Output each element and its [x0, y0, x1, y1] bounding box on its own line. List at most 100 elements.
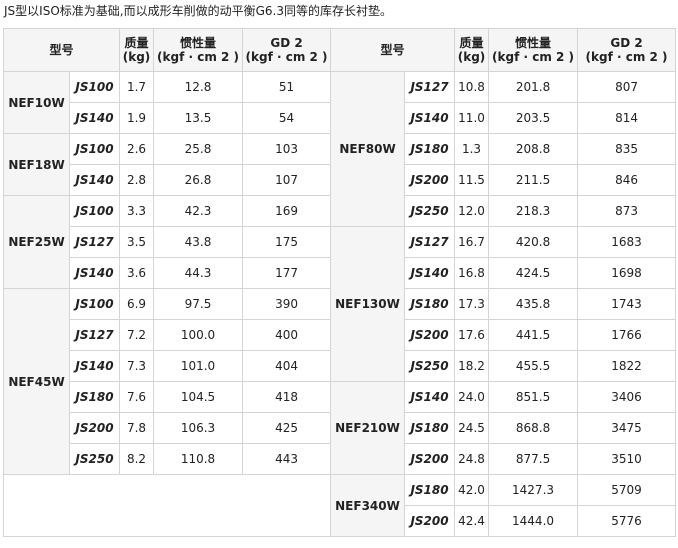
- right-gd2-cell: 873: [577, 195, 677, 227]
- right-gd2-cell: 807: [577, 71, 677, 103]
- left-inertia-cell: 13.5: [153, 102, 244, 134]
- right-gd2-cell: 1698: [577, 257, 677, 289]
- right-mass-cell: 42.0: [454, 474, 490, 506]
- left-gd2-cell: 443: [242, 443, 332, 475]
- left-mass-cell: 3.5: [119, 226, 155, 258]
- header-inertia-right: 惯性量 (kgf · cm 2 ): [488, 28, 579, 72]
- left-inertia-cell: 25.8: [153, 133, 244, 165]
- left-gd2-cell: 425: [242, 412, 332, 444]
- right-model-cell: JS127: [404, 226, 456, 258]
- left-inertia-cell: 106.3: [153, 412, 244, 444]
- left-mass-cell: 7.2: [119, 319, 155, 351]
- right-gd2-cell: 835: [577, 133, 677, 165]
- right-model-cell: JS180: [404, 288, 456, 320]
- left-inertia-cell: 110.8: [153, 443, 244, 475]
- left-gd2-cell: 169: [242, 195, 332, 227]
- right-model-cell: JS180: [404, 474, 456, 506]
- right-mass-cell: 17.3: [454, 288, 490, 320]
- page-caption: JS型以ISO标准为基础,而以成形车削做的动平衡G6.3同等的库存长衬垫。: [4, 4, 392, 18]
- right-gd2-cell: 1743: [577, 288, 677, 320]
- header-mass-left: 质量 (kg): [119, 28, 155, 72]
- right-gd2-cell: 5776: [577, 505, 677, 537]
- right-inertia-cell: 1444.0: [488, 505, 579, 537]
- table-row: NEF340W JS180 42.0 1427.3 5709: [2, 474, 677, 537]
- left-gd2-cell: 400: [242, 319, 332, 351]
- empty-cell: [2, 474, 332, 537]
- left-gd2-cell: 175: [242, 226, 332, 258]
- right-mass-cell: 24.8: [454, 443, 490, 475]
- left-model-cell: JS100: [68, 288, 121, 320]
- left-mass-cell: 1.9: [119, 102, 155, 134]
- right-mass-cell: 42.4: [454, 505, 490, 537]
- left-mass-cell: 2.8: [119, 164, 155, 196]
- right-mass-cell: 17.6: [454, 319, 490, 351]
- right-mass-cell: 16.7: [454, 226, 490, 258]
- left-model-cell: JS127: [68, 319, 121, 351]
- right-model-cell: JS180: [404, 412, 456, 444]
- right-inertia-cell: 455.5: [488, 350, 579, 382]
- left-group-label: NEF25W: [3, 195, 70, 289]
- right-gd2-cell: 3406: [577, 381, 677, 413]
- right-group-label: NEF340W: [330, 474, 406, 537]
- right-model-cell: JS200: [404, 164, 456, 196]
- right-gd2-cell: 1766: [577, 319, 677, 351]
- right-inertia-cell: 435.8: [488, 288, 579, 320]
- right-model-cell: JS200: [404, 443, 456, 475]
- right-gd2-cell: 3475: [577, 412, 677, 444]
- right-model-cell: JS127: [404, 71, 456, 103]
- header-model-left: 型号: [2, 28, 121, 72]
- right-mass-cell: 24.5: [454, 412, 490, 444]
- right-inertia-cell: 424.5: [488, 257, 579, 289]
- left-gd2-cell: 390: [242, 288, 332, 320]
- left-gd2-cell: 103: [242, 133, 332, 165]
- table-body: NEF10W JS100 1.7 12.8 51 NEF80W JS127 10.8 201.8…: [2, 71, 677, 537]
- right-inertia-cell: 877.5: [488, 443, 579, 475]
- left-mass-cell: 7.3: [119, 350, 155, 382]
- header-model-right: 型号: [330, 28, 456, 72]
- left-inertia-cell: 12.8: [153, 71, 244, 103]
- left-inertia-cell: 43.8: [153, 226, 244, 258]
- right-group-label: NEF130W: [330, 226, 406, 382]
- left-gd2-cell: 404: [242, 350, 332, 382]
- right-inertia-cell: 851.5: [488, 381, 579, 413]
- left-model-cell: JS100: [68, 195, 121, 227]
- left-gd2-cell: 54: [242, 102, 332, 134]
- left-model-cell: JS100: [68, 71, 121, 103]
- left-mass-cell: 3.6: [119, 257, 155, 289]
- right-model-cell: JS140: [404, 257, 456, 289]
- right-model-cell: JS200: [404, 319, 456, 351]
- right-gd2-cell: 846: [577, 164, 677, 196]
- right-model-cell: JS140: [404, 102, 456, 134]
- left-mass-cell: 2.6: [119, 133, 155, 165]
- right-model-cell: JS250: [404, 195, 456, 227]
- left-model-cell: JS127: [68, 226, 121, 258]
- right-mass-cell: 10.8: [454, 71, 490, 103]
- left-mass-cell: 1.7: [119, 71, 155, 103]
- right-model-cell: JS200: [404, 505, 456, 537]
- left-model-cell: JS100: [68, 133, 121, 165]
- left-model-cell: JS140: [68, 257, 121, 289]
- header-gd2-right: GD 2 (kgf · cm 2 ): [577, 28, 677, 72]
- right-group-label: NEF80W: [330, 71, 406, 227]
- left-inertia-cell: 97.5: [153, 288, 244, 320]
- left-mass-cell: 3.3: [119, 195, 155, 227]
- left-mass-cell: 6.9: [119, 288, 155, 320]
- right-inertia-cell: 201.8: [488, 71, 579, 103]
- left-model-cell: JS200: [68, 412, 121, 444]
- right-model-cell: JS140: [404, 381, 456, 413]
- header-gd2-left: GD 2 (kgf · cm 2 ): [242, 28, 332, 72]
- left-group-label: NEF45W: [3, 288, 70, 475]
- table-row: JS127 3.5 43.8 175 NEF130W JS127 16.7 420.8 1683: [4, 226, 677, 382]
- right-mass-cell: 12.0: [454, 195, 490, 227]
- right-model-cell: JS250: [404, 350, 456, 382]
- left-model-cell: JS140: [68, 102, 121, 134]
- left-group-label: NEF18W: [3, 133, 70, 196]
- header-row: 型号 质量 (kg) 惯性量 (kgf · cm 2 ) GD 2 (kgf · cm…: [2, 28, 677, 72]
- table-row: JS180 7.6 104.5 418 NEF210W JS140 24.0 851.5 340…: [4, 381, 677, 475]
- left-model-cell: JS140: [68, 164, 121, 196]
- right-inertia-cell: 868.8: [488, 412, 579, 444]
- left-group-label: NEF10W: [3, 71, 70, 134]
- right-group-label: NEF210W: [330, 381, 406, 475]
- right-gd2-cell: 1822: [577, 350, 677, 382]
- left-model-cell: JS250: [68, 443, 121, 475]
